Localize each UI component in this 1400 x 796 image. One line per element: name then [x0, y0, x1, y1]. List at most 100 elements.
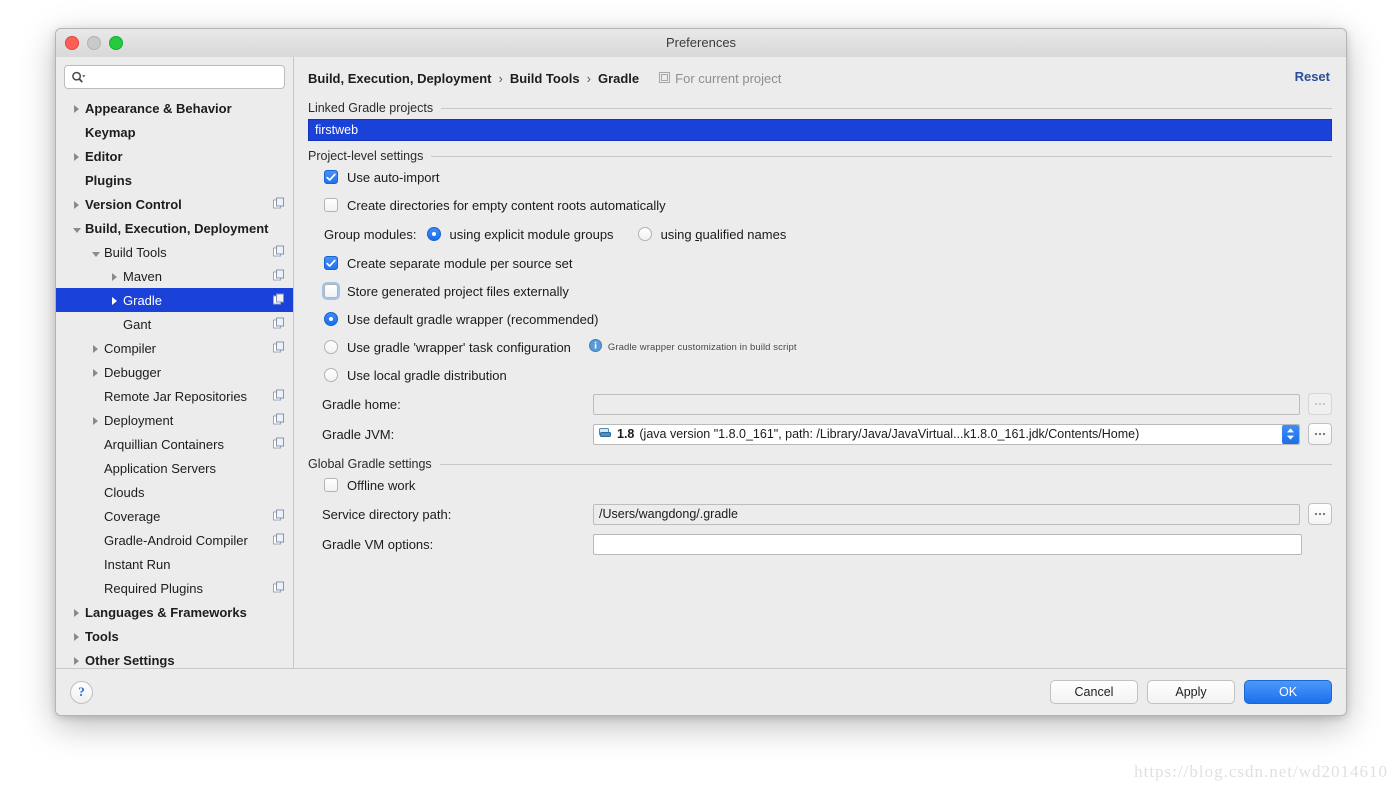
- sidebar-item-arquillian-containers[interactable]: Arquillian Containers: [56, 432, 293, 456]
- create-directories-label: Create directories for empty content roo…: [347, 197, 666, 213]
- explicit-module-groups-label: using explicit module groups: [449, 226, 614, 242]
- offline-work-checkbox[interactable]: [324, 478, 338, 492]
- sidebar-item-tools[interactable]: Tools: [56, 624, 293, 648]
- qualified-names-radio[interactable]: [637, 227, 652, 241]
- sidebar-item-clouds[interactable]: Clouds: [56, 480, 293, 504]
- local-distribution-radio[interactable]: [324, 368, 338, 382]
- sidebar-item-compiler[interactable]: Compiler: [56, 336, 293, 360]
- separate-module-checkbox[interactable]: [324, 256, 338, 270]
- chevron-right-icon[interactable]: [108, 293, 121, 308]
- explicit-module-groups-radio[interactable]: [426, 227, 441, 241]
- search-box[interactable]: [64, 65, 285, 89]
- sidebar-item-build-execution-deployment[interactable]: Build, Execution, Deployment: [56, 216, 293, 240]
- service-directory-row: Service directory path: /Users/wangdong/…: [308, 499, 1332, 529]
- sidebar-item-editor[interactable]: Editor: [56, 144, 293, 168]
- list-item[interactable]: firstweb: [315, 123, 358, 137]
- copy-settings-icon: [273, 581, 284, 596]
- sidebar-item-gradle[interactable]: Gradle: [56, 288, 293, 312]
- group-modules-option-qualified[interactable]: using qualified names: [637, 227, 786, 242]
- distribution-default-wrapper-row[interactable]: Use default gradle wrapper (recommended): [308, 305, 1332, 333]
- gradle-jvm-version: 1.8: [617, 427, 635, 441]
- chevron-right-icon[interactable]: [70, 653, 83, 668]
- sidebar-item-gradle-android-compiler[interactable]: Gradle-Android Compiler: [56, 528, 293, 552]
- copy-settings-icon: [273, 389, 284, 404]
- use-auto-import-row[interactable]: Use auto-import: [308, 163, 1332, 191]
- cancel-button[interactable]: Cancel: [1050, 680, 1138, 704]
- settings-tree[interactable]: Appearance & Behavior Keymap Editor Plugins…: [56, 93, 293, 668]
- distribution-local-row[interactable]: Use local gradle distribution: [308, 361, 1332, 389]
- chevron-down-icon[interactable]: [70, 221, 83, 236]
- copy-settings-icon: [273, 293, 284, 308]
- breadcrumb-item-gradle[interactable]: Gradle: [598, 71, 639, 86]
- sidebar-item-instant-run[interactable]: Instant Run: [56, 552, 293, 576]
- chevron-right-icon[interactable]: [70, 101, 83, 116]
- copy-settings-icon: [273, 269, 284, 284]
- sidebar-item-coverage[interactable]: Coverage: [56, 504, 293, 528]
- chevron-right-icon[interactable]: [89, 413, 102, 428]
- sidebar-item-debugger[interactable]: Debugger: [56, 360, 293, 384]
- sidebar-item-label: Coverage: [104, 508, 161, 524]
- search-area: [56, 57, 293, 93]
- sidebar-item-keymap[interactable]: Keymap: [56, 120, 293, 144]
- reset-link[interactable]: Reset: [1295, 69, 1330, 84]
- gradle-jvm-stepper[interactable]: [1282, 424, 1299, 444]
- linked-projects-list[interactable]: firstweb: [308, 119, 1332, 141]
- apply-button[interactable]: Apply: [1147, 680, 1235, 704]
- service-directory-label: Service directory path:: [322, 506, 452, 522]
- wrapper-task-label: Use gradle 'wrapper' task configuration: [347, 339, 571, 355]
- chevron-right-icon[interactable]: [108, 269, 121, 284]
- gradle-jvm-combobox[interactable]: 1.8 (java version "1.8.0_161", path: /Li…: [593, 423, 1300, 445]
- ok-button[interactable]: OK: [1244, 680, 1332, 704]
- sidebar-item-other-settings[interactable]: Other Settings: [56, 648, 293, 668]
- chevron-right-icon[interactable]: [70, 605, 83, 620]
- sidebar-item-application-servers[interactable]: Application Servers: [56, 456, 293, 480]
- search-input[interactable]: [86, 70, 284, 84]
- chevron-right-icon[interactable]: [70, 149, 83, 164]
- sidebar-item-label: Gant: [123, 316, 152, 332]
- help-button[interactable]: ?: [70, 680, 93, 704]
- default-wrapper-radio[interactable]: [324, 312, 338, 326]
- distribution-wrapper-task-row[interactable]: Use gradle 'wrapper' task configuration: [308, 333, 1332, 361]
- sidebar-item-version-control[interactable]: Version Control: [56, 192, 293, 216]
- gradle-home-input[interactable]: [593, 393, 1300, 415]
- footer-buttons: Cancel Apply OK: [1050, 680, 1332, 704]
- sidebar-item-remote-jar-repositories[interactable]: Remote Jar Repositories: [56, 384, 293, 408]
- store-external-row[interactable]: Store generated project files externally: [308, 277, 1332, 305]
- chevron-down-icon[interactable]: [89, 245, 102, 260]
- sidebar-item-languages-frameworks[interactable]: Languages & Frameworks: [56, 600, 293, 624]
- breadcrumb-item-build-tools[interactable]: Build Tools: [510, 71, 580, 86]
- service-directory-browse-button[interactable]: [1308, 503, 1332, 525]
- chevron-right-icon[interactable]: [89, 341, 102, 356]
- watermark: https://blog.csdn.net/wd2014610: [1134, 762, 1388, 781]
- separate-module-row[interactable]: Create separate module per source set: [308, 249, 1332, 277]
- sidebar-item-maven[interactable]: Maven: [56, 264, 293, 288]
- offline-work-row[interactable]: Offline work: [308, 471, 1332, 499]
- gradle-jvm-browse-button[interactable]: [1308, 423, 1332, 445]
- search-icon: [71, 71, 86, 84]
- sidebar-item-deployment[interactable]: Deployment: [56, 408, 293, 432]
- wrapper-task-radio[interactable]: [324, 340, 338, 354]
- group-modules-row: Group modules: using explicit module gro…: [308, 219, 1332, 249]
- sidebar-item-label: Deployment: [104, 412, 174, 428]
- chevron-right-icon[interactable]: [70, 629, 83, 644]
- sidebar-item-required-plugins[interactable]: Required Plugins: [56, 576, 293, 600]
- sidebar-item-appearance-behavior[interactable]: Appearance & Behavior: [56, 96, 293, 120]
- store-external-checkbox[interactable]: [324, 284, 338, 298]
- gradle-home-browse-button[interactable]: [1308, 393, 1332, 415]
- service-directory-input[interactable]: /Users/wangdong/.gradle: [593, 503, 1300, 525]
- create-directories-checkbox[interactable]: [324, 198, 338, 212]
- group-modules-option-explicit[interactable]: using explicit module groups: [426, 226, 614, 242]
- create-directories-row[interactable]: Create directories for empty content roo…: [308, 191, 1332, 219]
- use-auto-import-checkbox[interactable]: [324, 170, 338, 184]
- copy-settings-icon: [273, 317, 284, 332]
- chevron-right-icon[interactable]: [70, 197, 83, 212]
- vm-options-input[interactable]: [593, 533, 1302, 555]
- settings-sidebar: Appearance & Behavior Keymap Editor Plugins…: [56, 57, 294, 668]
- copy-settings-icon: [273, 437, 284, 452]
- breadcrumb-item-build-execution-deployment[interactable]: Build, Execution, Deployment: [308, 71, 491, 86]
- sidebar-item-plugins[interactable]: Plugins: [56, 168, 293, 192]
- group-divider: [439, 463, 1332, 465]
- sidebar-item-gant[interactable]: Gant: [56, 312, 293, 336]
- chevron-right-icon[interactable]: [89, 365, 102, 380]
- sidebar-item-build-tools[interactable]: Build Tools: [56, 240, 293, 264]
